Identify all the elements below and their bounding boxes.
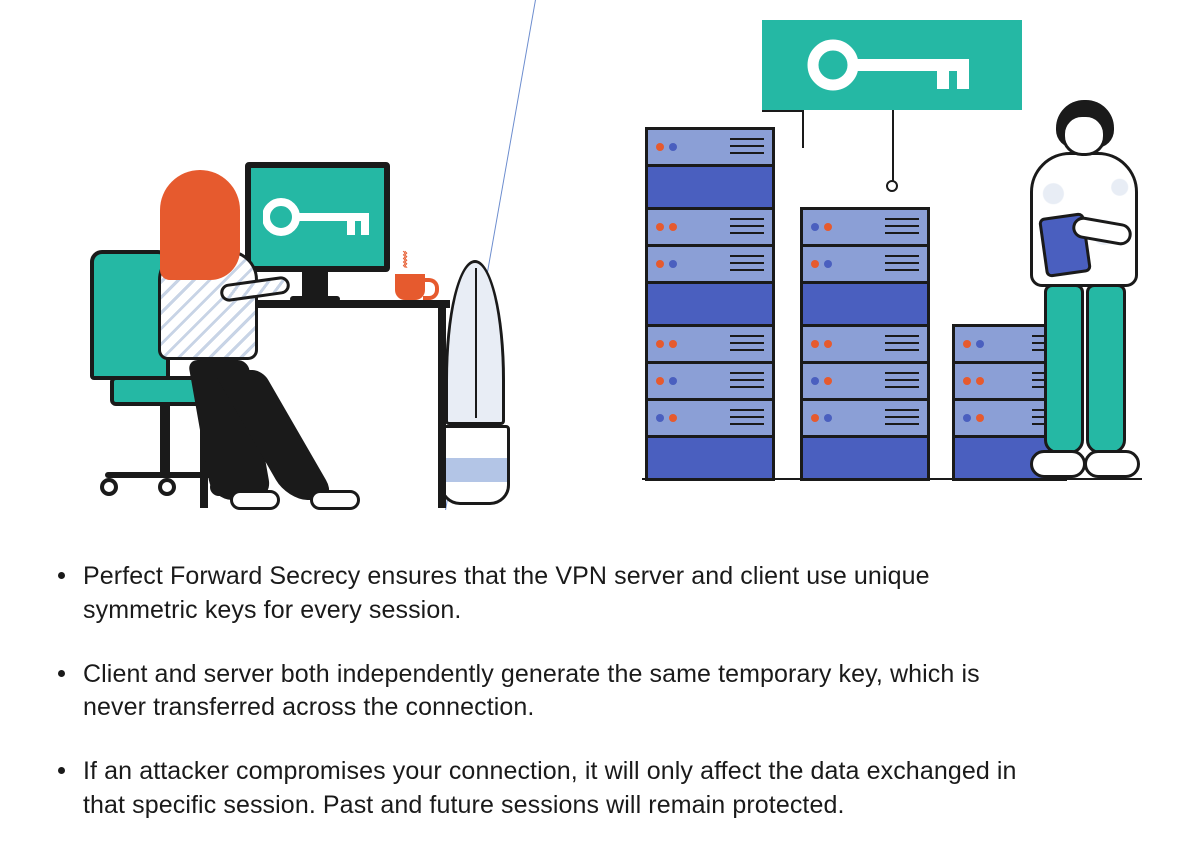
server-stack xyxy=(800,207,930,478)
server-unit xyxy=(800,361,930,401)
server-base xyxy=(645,281,775,327)
server-key-banner xyxy=(762,20,1022,110)
admin-leg xyxy=(1044,284,1084,454)
desk-leg xyxy=(438,308,446,508)
client-hair xyxy=(160,170,240,280)
connector-line xyxy=(892,110,894,186)
key-icon xyxy=(263,194,373,240)
bullet-item: Client and server both independently gen… xyxy=(58,658,1118,726)
bullet-text: Perfect Forward Secrecy ensures that the… xyxy=(83,560,1043,628)
client-scene: ⦚⦚ xyxy=(40,110,470,490)
wheel-icon xyxy=(100,478,118,496)
plant-leaf-icon xyxy=(445,260,505,425)
key-icon xyxy=(807,35,977,95)
chair-post xyxy=(160,406,170,476)
admin-leg xyxy=(1086,284,1126,454)
connector-line xyxy=(802,110,804,148)
server-base xyxy=(645,435,775,481)
bullet-text: Client and server both independently gen… xyxy=(83,658,1043,726)
bullet-dot-icon xyxy=(58,572,65,579)
mug-icon xyxy=(395,274,425,300)
bullet-dot-icon xyxy=(58,670,65,677)
server-unit xyxy=(800,398,930,438)
connector-node-icon xyxy=(886,180,898,192)
server-unit xyxy=(645,398,775,438)
shoe-icon xyxy=(230,490,280,510)
server-unit xyxy=(645,127,775,167)
server-base xyxy=(800,281,930,327)
admin-figure xyxy=(1012,100,1152,500)
shoe-icon xyxy=(1030,450,1086,478)
bullet-item: If an attacker compromises your connecti… xyxy=(58,755,1118,823)
monitor-base xyxy=(290,296,340,302)
illustration-area: ⦚⦚ xyxy=(0,0,1180,510)
client-monitor xyxy=(245,162,390,272)
wheel-icon xyxy=(158,478,176,496)
steam-icon: ⦚⦚ xyxy=(402,248,405,274)
server-unit xyxy=(645,361,775,401)
server-unit xyxy=(645,244,775,284)
admin-face xyxy=(1062,114,1106,156)
server-unit xyxy=(645,207,775,247)
server-scene xyxy=(582,20,1162,500)
server-base xyxy=(800,435,930,481)
server-unit xyxy=(645,324,775,364)
plant-pot-icon xyxy=(440,425,510,505)
shoe-icon xyxy=(310,490,360,510)
bullets-list: Perfect Forward Secrecy ensures that the… xyxy=(58,560,1118,853)
server-unit xyxy=(800,244,930,284)
shoe-icon xyxy=(1084,450,1140,478)
bullet-item: Perfect Forward Secrecy ensures that the… xyxy=(58,560,1118,628)
bullet-dot-icon xyxy=(58,767,65,774)
bullet-text: If an attacker compromises your connecti… xyxy=(83,755,1043,823)
server-base xyxy=(645,164,775,210)
server-stack xyxy=(645,127,775,478)
server-unit xyxy=(800,207,930,247)
server-unit xyxy=(800,324,930,364)
